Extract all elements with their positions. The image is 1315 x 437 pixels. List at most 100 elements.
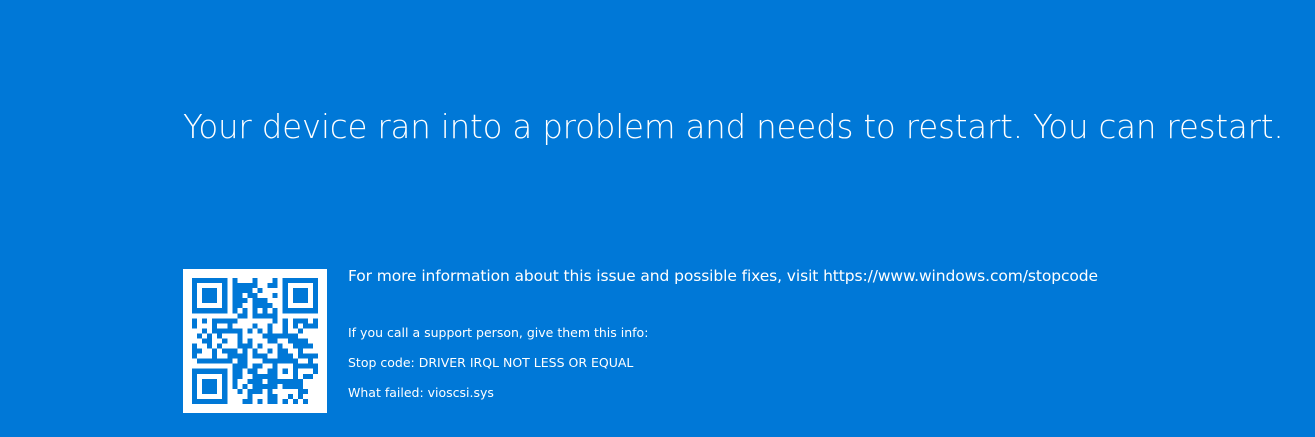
qr-module [282,328,288,334]
qr-module [247,293,253,299]
qr-module [312,368,318,374]
qr-module [257,288,263,294]
qr-module [207,333,213,339]
qr-module [202,368,208,374]
qr-module [222,368,228,374]
qr-module [232,328,238,334]
qr-module [312,353,318,359]
qr-module [247,388,253,394]
qr-module [302,293,308,299]
qr-module [222,398,228,404]
qr-module [292,373,298,379]
qr-module [292,278,298,284]
qr-module [282,288,288,294]
qr-module [207,358,213,364]
qr-module [242,348,248,354]
qr-module [252,373,258,379]
qr-module [267,323,273,329]
qr-module [277,378,283,384]
qr-module [242,308,248,314]
info-block: For more information about this issue an… [348,266,1098,400]
qr-module [312,293,318,299]
qr-module [232,348,238,354]
qr-module [252,308,258,314]
qr-module [237,343,243,349]
qr-module [202,358,208,364]
qr-module [197,368,203,374]
qr-module [242,363,248,369]
qr-module [242,298,248,304]
qr-module [247,393,253,399]
qr-module [192,353,198,359]
qr-module [302,308,308,314]
qr-module [277,333,283,339]
qr-module [247,378,253,384]
qr-module [257,373,263,379]
qr-module [222,278,228,284]
qr-module [222,338,228,344]
qr-module [287,393,293,399]
qr-module [192,298,198,304]
qr-module [282,318,288,324]
qr-module [227,323,233,329]
qr-module [222,378,228,384]
qr-module [232,383,238,389]
qr-code-icon [183,269,327,413]
qr-module [307,353,313,359]
qr-module [192,283,198,289]
qr-module [232,308,238,314]
qr-module [232,283,238,289]
qr-module [207,288,213,294]
qr-module [307,363,313,369]
qr-module [247,338,253,344]
qr-module [297,278,303,284]
qr-module [262,353,268,359]
qr-module [297,363,303,369]
qr-module [192,393,198,399]
qr-module [297,318,303,324]
qr-module [312,303,318,309]
qr-module [297,308,303,314]
qr-module [292,378,298,384]
qr-module [262,373,268,379]
qr-module [302,373,308,379]
qr-module [192,373,198,379]
more-info-text: For more information about this issue an… [348,267,1098,285]
qr-module [247,368,253,374]
qr-module [257,328,263,334]
qr-module [192,378,198,384]
qr-module [247,343,253,349]
qr-module [197,308,203,314]
qr-module [297,328,303,334]
qr-module [242,288,248,294]
qr-module [207,338,213,344]
qr-module [292,398,298,404]
qr-module [207,398,213,404]
qr-module [312,298,318,304]
qr-module [237,313,243,319]
qr-module [297,393,303,399]
qr-module [192,368,198,374]
qr-module [272,308,278,314]
qr-module [207,378,213,384]
qr-module [272,313,278,319]
qr-module [302,298,308,304]
qr-module [217,333,223,339]
qr-module [222,328,228,334]
qr-module [202,298,208,304]
qr-module [207,343,213,349]
qr-module [237,368,243,374]
qr-module [287,338,293,344]
qr-module [197,333,203,339]
qr-module [207,383,213,389]
qr-module [272,318,278,324]
qr-module [202,398,208,404]
qr-module [222,383,228,389]
qr-module [197,358,203,364]
qr-module [217,318,223,324]
qr-module [302,388,308,394]
qr-module [307,373,313,379]
qr-module [272,333,278,339]
qr-module [192,303,198,309]
qr-module [252,303,258,309]
